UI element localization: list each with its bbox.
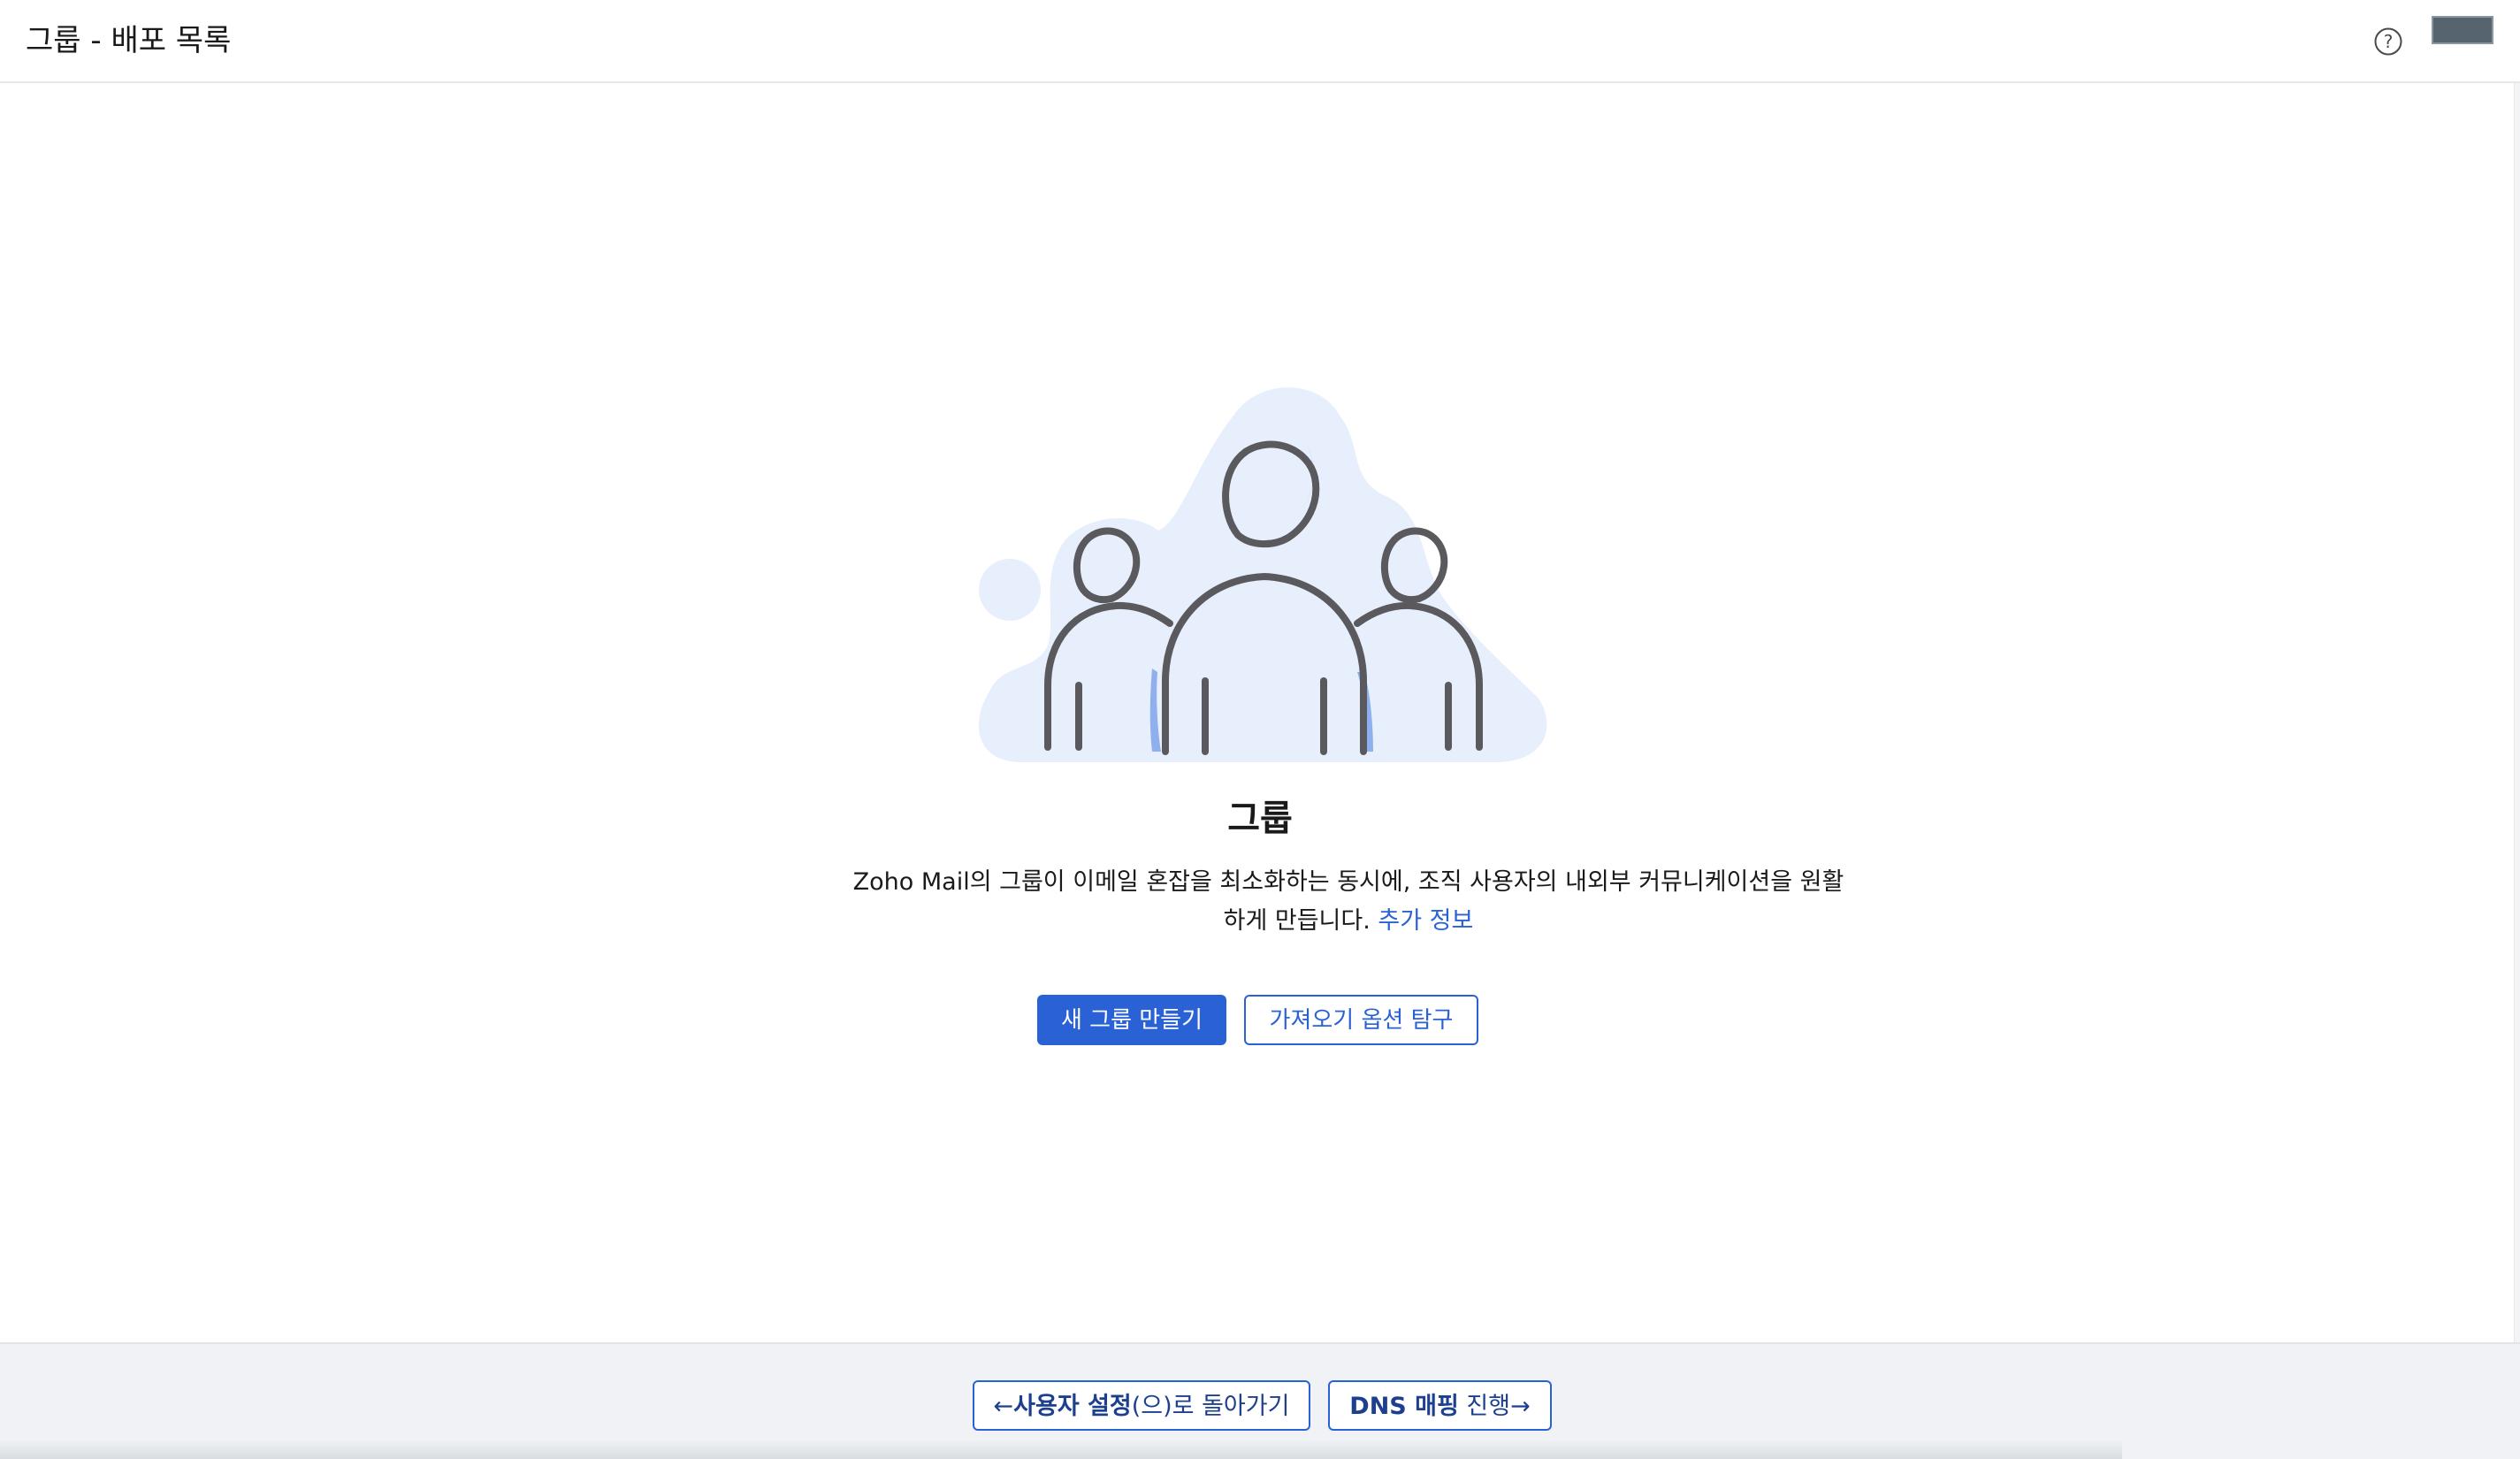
description: Zoho Mail의 그룹이 이메일 혼잡을 최소화하는 동시에, 조직 사용자… xyxy=(752,863,1945,941)
question-circle-icon[interactable]: ? xyxy=(2373,27,2403,57)
page: 그룹 - 배포 목록 ? 그룹 Zoho Mail의 그룹이 이메일 혼잡을 최… xyxy=(0,0,2520,1459)
more-info-link[interactable]: 추가 정보 xyxy=(1378,907,1473,935)
proceed-dns-mapping-button[interactable]: DNS 매핑 진행→ xyxy=(1328,1380,1552,1431)
group-people-illustration xyxy=(978,387,1547,762)
section-title: 그룹 xyxy=(1227,798,1293,839)
avatar[interactable] xyxy=(2432,16,2493,44)
arrow-right-icon: → xyxy=(1510,1393,1531,1420)
next-button-bold-label: DNS 매핑 xyxy=(1349,1393,1459,1420)
back-button-bold-label: 사용자 설정 xyxy=(1013,1393,1132,1420)
explore-import-options-button[interactable]: 가져오기 옵션 탐구 xyxy=(1244,995,1478,1045)
page-title: 그룹 - 배포 목록 xyxy=(26,23,232,58)
description-line-2: 하게 만듭니다. 추가 정보 xyxy=(752,902,1945,941)
back-to-user-settings-button[interactable]: ←사용자 설정(으)로 돌아가기 xyxy=(973,1380,1310,1431)
header-bar: 그룹 - 배포 목록 ? xyxy=(0,0,2520,83)
description-line-1: Zoho Mail의 그룹이 이메일 혼잡을 최소화하는 동시에, 조직 사용자… xyxy=(852,868,1844,896)
scrollbar-track[interactable] xyxy=(2514,83,2520,1342)
description-line-2-text: 하게 만듭니다. xyxy=(1223,907,1371,935)
svg-text:?: ? xyxy=(2384,31,2394,52)
arrow-left-icon: ← xyxy=(993,1393,1014,1420)
back-button-label: (으)로 돌아가기 xyxy=(1131,1393,1290,1420)
footer-bar: ←사용자 설정(으)로 돌아가기 DNS 매핑 진행→ xyxy=(0,1342,2520,1459)
illustration-bubble xyxy=(979,559,1041,621)
footer-shadow xyxy=(0,1440,2122,1459)
create-group-button[interactable]: 새 그룹 만들기 xyxy=(1037,995,1226,1045)
next-button-label: 진행 xyxy=(1458,1393,1511,1420)
